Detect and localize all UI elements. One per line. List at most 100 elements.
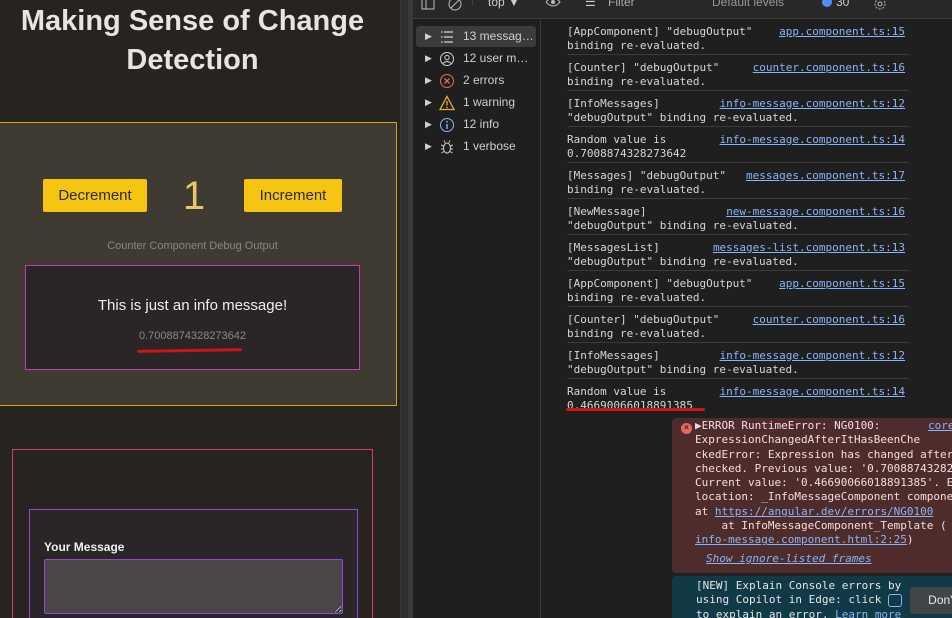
console-sidebar: ▶ 13 messag… ▶ 12 user m… ▶ 2 errors ▶ 1… — [413, 20, 541, 618]
copilot-text: [NEW] Explain Console errors by using Cop… — [696, 579, 901, 618]
sidebar-item-warnings[interactable]: ▶ 1 warning — [416, 92, 536, 113]
error-doc-link[interactable]: https://angular.dev/errors/NG0100 — [715, 505, 934, 518]
filter-icon: ☰ — [585, 0, 596, 9]
copilot-line: to explain an error. — [696, 607, 836, 618]
new-message-component: Your Message — [29, 509, 358, 618]
info-icon — [440, 118, 454, 132]
source-link[interactable]: info-message.component.ts:14 — [720, 385, 905, 399]
error-line: ExpressionChangedAfterItHasBeenChe — [695, 433, 921, 447]
log-line: "debugOutput" binding re-evaluated. — [567, 255, 799, 269]
source-link[interactable]: new-message.component.ts:16 — [726, 205, 905, 219]
log-line: binding re-evaluated. — [567, 183, 707, 197]
source-link[interactable]: app.component.ts:15 — [779, 25, 905, 39]
log-line: binding re-evaluated. — [567, 75, 707, 89]
issues-count[interactable]: 30 — [836, 0, 849, 9]
source-link[interactable]: info-message.component.ts:12 — [720, 97, 905, 111]
log-levels-dropdown[interactable]: Default levels — [712, 0, 784, 9]
user-icon — [440, 52, 454, 66]
log-entry: [AppComponent] "debugOutput" binding re-… — [567, 25, 909, 55]
source-link[interactable]: app.component.ts:15 — [779, 277, 905, 291]
live-expression-icon[interactable] — [545, 0, 561, 11]
console-settings-icon[interactable] — [872, 0, 888, 14]
error-line: ) — [906, 533, 914, 547]
show-ignore-listed-link[interactable]: Show ignore-listed frames — [706, 552, 872, 566]
devtools-console: | top ▼ ☰ Filter Default levels 30 ▶ 13 … — [413, 0, 952, 618]
log-line: 0.7008874328273642 — [567, 147, 687, 161]
log-line: binding re-evaluated. — [567, 291, 707, 305]
copilot-icon — [888, 594, 902, 607]
toolbar-divider: | — [471, 0, 474, 6]
source-link[interactable]: messages-list.component.ts:13 — [713, 241, 905, 255]
decrement-button[interactable]: Decrement — [43, 179, 147, 212]
info-message-text: This is just an info message! — [97, 297, 288, 314]
sidebar-item-errors[interactable]: ▶ 2 errors — [416, 70, 536, 91]
page-title: Making Sense of Change Detection — [0, 2, 385, 80]
counter-component: Decrement 1 Increment Counter Component … — [0, 122, 397, 406]
console-toolbar: | top ▼ ☰ Filter Default levels 30 — [413, 0, 952, 19]
log-entry: [InfoMessages] "debugOutput" binding re-… — [567, 97, 909, 127]
sidebar-item-user-messages[interactable]: ▶ 12 user m… — [416, 48, 536, 69]
template-source-link[interactable]: info-message.component.html:2:25 — [695, 533, 907, 546]
counter-value: 1 — [182, 174, 206, 218]
red-annotation-underline — [566, 408, 705, 411]
increment-button[interactable]: Increment — [244, 179, 342, 212]
error-line: location: _InfoMessageComponent componen… — [695, 490, 952, 504]
error-message: × ▶ERROR RuntimeError: NG0100: Expression… — [672, 418, 952, 573]
sidebar-item-info[interactable]: ▶ 12 info — [416, 114, 536, 135]
splitter-divider — [401, 0, 408, 618]
filter-input[interactable]: Filter — [608, 0, 635, 9]
your-message-label: Your Message — [44, 540, 125, 554]
sidebar-item-label: 12 user m… — [463, 51, 529, 65]
log-line: binding re-evaluated. — [567, 327, 707, 341]
sidebar-item-label: 1 verbose — [463, 139, 516, 153]
error-text[interactable]: ▶ERROR RuntimeError: NG0100: ExpressionCh… — [695, 419, 952, 548]
clear-console-icon[interactable] — [448, 0, 462, 14]
message-textarea[interactable] — [44, 559, 343, 614]
app-pane: Making Sense of Change Detection Decreme… — [0, 0, 400, 618]
source-link[interactable]: info-message.component.ts:14 — [720, 133, 905, 147]
error-line: checked. Previous value: '0.700887432827… — [695, 461, 952, 475]
expand-arrow-icon: ▶ — [425, 31, 432, 41]
sidebar-item-verbose[interactable]: ▶ 1 verbose — [416, 136, 536, 157]
source-link[interactable]: core.mjs:7195 — [928, 419, 952, 433]
error-line: at InfoMessageComponent_Template ( — [695, 519, 947, 533]
copilot-banner: [NEW] Explain Console errors by using Cop… — [672, 576, 952, 618]
sidebar-item-messages[interactable]: ▶ 13 messag… — [416, 26, 536, 47]
sidebar-item-label: 2 errors — [463, 73, 505, 87]
messages-component: Your Message — [12, 449, 373, 618]
log-entry: [Counter] "debugOutput" binding re-evalu… — [567, 61, 909, 91]
source-link[interactable]: info-message.component.ts:12 — [720, 349, 905, 363]
issues-icon[interactable] — [821, 0, 833, 11]
source-link[interactable]: counter.component.ts:16 — [753, 313, 905, 327]
source-link[interactable]: messages.component.ts:17 — [746, 169, 905, 183]
log-line: "debugOutput" binding re-evaluated. — [567, 111, 799, 125]
bug-icon — [440, 140, 454, 154]
log-entry: Random value is 0.7008874328273642 info-… — [567, 133, 909, 163]
log-entry: [MessagesList] "debugOutput" binding re-… — [567, 241, 909, 271]
context-selector[interactable]: top ▼ — [488, 0, 520, 9]
warning-icon — [439, 95, 455, 111]
sidebar-item-label: 13 messag… — [463, 29, 534, 43]
error-line: ▶ERROR RuntimeError: NG0100: — [695, 419, 881, 432]
expand-arrow-icon: ▶ — [425, 141, 432, 151]
log-entry: [AppComponent] "debugOutput" binding re-… — [567, 277, 909, 307]
console-log: [AppComponent] "debugOutput" binding re-… — [542, 20, 952, 618]
expand-arrow-icon: ▶ — [425, 97, 432, 107]
error-line: at — [695, 504, 715, 518]
log-entry: [Counter] "debugOutput" binding re-evalu… — [567, 313, 909, 343]
log-line: "debugOutput" binding re-evaluated. — [567, 219, 799, 233]
error-line: Current value: '0.46690066018891385'. Ex… — [695, 476, 952, 490]
dont-show-again-button[interactable]: Don't show again — [910, 587, 952, 614]
list-icon — [441, 31, 453, 43]
sidebar-toggle-icon[interactable] — [421, 0, 435, 13]
sidebar-item-label: 12 info — [463, 117, 500, 131]
copilot-line: [NEW] Explain Console errors by — [696, 579, 902, 592]
expand-arrow-icon: ▶ — [425, 119, 432, 129]
log-entry: [InfoMessages] "debugOutput" binding re-… — [567, 349, 909, 379]
info-message-component: This is just an info message! 0.70088743… — [25, 265, 360, 370]
sidebar-item-label: 1 warning — [463, 95, 516, 109]
log-line: "debugOutput" binding re-evaluated. — [567, 363, 799, 377]
log-line: 0.46690066018891385 — [567, 399, 693, 413]
learn-more-link[interactable]: Learn more — [835, 608, 901, 618]
source-link[interactable]: counter.component.ts:16 — [753, 61, 905, 75]
